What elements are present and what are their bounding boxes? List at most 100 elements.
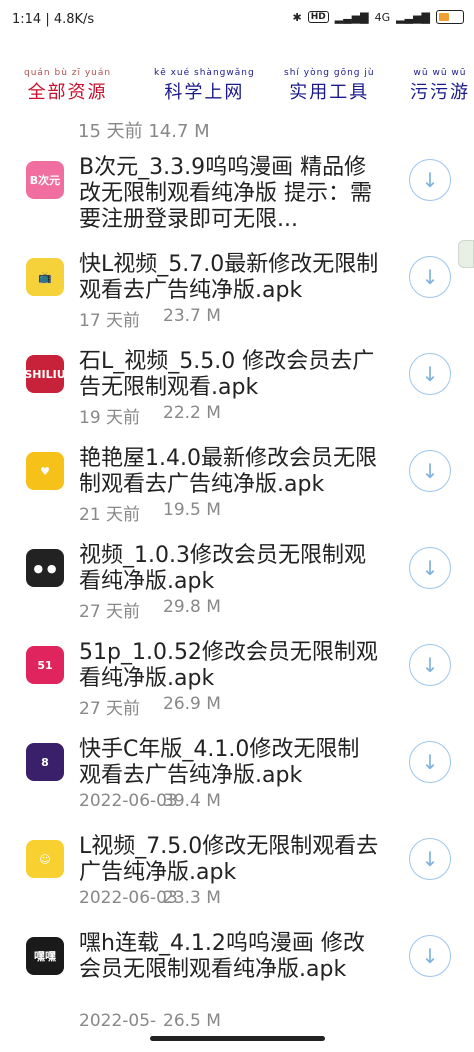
app-icon-text: 嘿嘿 bbox=[34, 950, 56, 963]
item-meta: 21 天前 19.5 M bbox=[79, 500, 221, 525]
download-button[interactable]: ↓ bbox=[409, 450, 451, 492]
item-date: 19 天前 bbox=[79, 408, 141, 428]
item-date: 17 天前 bbox=[79, 311, 141, 331]
bluetooth-icon: ✱ bbox=[292, 10, 302, 24]
51p-icon: 51 bbox=[26, 646, 64, 684]
item-date: 21 天前 bbox=[79, 505, 141, 525]
item-size: 29.8 M bbox=[163, 597, 221, 617]
download-arrow-icon: ↓ bbox=[421, 265, 439, 289]
item-size: 26.5 M bbox=[163, 1011, 221, 1031]
download-button[interactable]: ↓ bbox=[409, 741, 451, 783]
app-icon-text: ☺ bbox=[39, 852, 51, 866]
item-title[interactable]: B次元_3.3.9呜呜漫画 精品修改无限制观看纯净版 提示：需要注册登录即可无限… bbox=[79, 155, 379, 233]
item-title[interactable]: 嘿h连载_4.1.2呜呜漫画 修改会员无限制观看纯净版.apk bbox=[79, 931, 379, 983]
list-item[interactable]: 📺 快L视频_5.7.0最新修改无限制观看去广告纯净版.apk 17 天前 23.7 … bbox=[0, 252, 474, 350]
heih-icon: 嘿嘿 bbox=[26, 937, 64, 975]
app-icon-text: ♥ bbox=[40, 464, 50, 478]
partial-meta: 15 天前 14.7 M bbox=[78, 121, 210, 142]
download-arrow-icon: ↓ bbox=[421, 362, 439, 386]
tab-games[interactable]: wū wū wū 污污游 bbox=[410, 68, 470, 104]
item-title[interactable]: L视频_7.5.0修改无限制观看去广告纯净版.apk bbox=[79, 834, 379, 886]
download-arrow-icon: ↓ bbox=[421, 556, 439, 580]
app-icon-text: 8 bbox=[41, 755, 49, 769]
status-bar: 1:14 | 4.8K/s ✱ HD ▂▃▅▇ 4G ▂▃▅▇ bbox=[0, 0, 474, 40]
kuaishou-icon: 8 bbox=[26, 743, 64, 781]
app-icon-text: 📺 bbox=[38, 270, 52, 284]
download-arrow-icon: ↓ bbox=[421, 847, 439, 871]
item-title[interactable]: 艳艳屋1.4.0最新修改会员无限制观看去广告纯净版.apk bbox=[79, 446, 379, 498]
tab-label: 污污游 bbox=[410, 82, 470, 103]
list-item[interactable]: 嘿嘿 嘿h连载_4.1.2呜呜漫画 修改会员无限制观看纯净版.apk 2022-05… bbox=[0, 931, 474, 1031]
item-meta: 19 天前 22.2 M bbox=[79, 403, 221, 428]
download-button[interactable]: ↓ bbox=[409, 353, 451, 395]
bciyuan-icon: B次元 bbox=[26, 161, 64, 199]
tv-icon: 📺 bbox=[26, 258, 64, 296]
item-size: 26.9 M bbox=[163, 694, 221, 714]
shiliu-icon: SHILIU bbox=[24, 355, 66, 393]
app-icon-text: SHILIU bbox=[24, 367, 66, 381]
download-button[interactable]: ↓ bbox=[409, 547, 451, 589]
item-meta: 27 天前 29.8 M bbox=[79, 597, 221, 622]
item-date: 2022-05- bbox=[79, 1011, 157, 1031]
list-item[interactable]: ☺ L视频_7.5.0修改无限制观看去广告纯净版.apk 2022-06-03 23.… bbox=[0, 834, 474, 932]
item-title[interactable]: 51p_1.0.52修改会员无限制观看纯净版.apk bbox=[79, 640, 379, 692]
tab-pinyin: kē xué shàngwǎng bbox=[154, 68, 255, 78]
item-meta: 17 天前 23.7 M bbox=[79, 306, 221, 331]
item-date: 27 天前 bbox=[79, 602, 141, 622]
item-size: 23.7 M bbox=[163, 306, 221, 326]
home-indicator[interactable] bbox=[150, 1036, 325, 1041]
item-meta: 2022-06-03 23.3 M bbox=[79, 888, 221, 908]
list-item[interactable]: SHILIU 石L_视频_5.5.0 修改会员去广告无限制观看.apk 19 天前 2… bbox=[0, 349, 474, 447]
item-title[interactable]: 视频_1.0.3修改会员无限制观看纯净版.apk bbox=[79, 543, 379, 595]
item-title[interactable]: 快手C年版_4.1.0修改无限制观看去广告纯净版.apk bbox=[79, 737, 379, 789]
battery-icon bbox=[436, 10, 464, 24]
item-title[interactable]: 石L_视频_5.5.0 修改会员去广告无限制观看.apk bbox=[79, 349, 379, 401]
tab-label: 科学上网 bbox=[164, 82, 245, 103]
download-button[interactable]: ↓ bbox=[409, 256, 451, 298]
yanyanwu-icon: ♥ bbox=[26, 452, 64, 490]
download-arrow-icon: ↓ bbox=[421, 168, 439, 192]
tab-label: 全部资源 bbox=[27, 82, 108, 103]
tab-tools[interactable]: shí yòng gōng jù 实用工具 bbox=[284, 68, 375, 104]
app-icon-text: ● ● bbox=[33, 561, 57, 575]
tab-label: 实用工具 bbox=[289, 82, 370, 103]
item-meta: 2022-05- 26.5 M bbox=[79, 1011, 221, 1031]
hd-icon: HD bbox=[307, 11, 329, 23]
item-size: 22.2 M bbox=[163, 403, 221, 423]
item-date: 27 天前 bbox=[79, 699, 141, 719]
list-item[interactable]: ● ● 视频_1.0.3修改会员无限制观看纯净版.apk 27 天前 29.8 M ↓ bbox=[0, 543, 474, 641]
item-size: 19.5 M bbox=[163, 500, 221, 520]
download-button[interactable]: ↓ bbox=[409, 159, 451, 201]
tab-all-resources[interactable]: quán bù zī yuán 全部资源 bbox=[24, 68, 111, 104]
signal2-icon: ▂▃▅▇ bbox=[396, 10, 430, 24]
tab-pinyin: wū wū wū bbox=[413, 68, 467, 78]
download-arrow-icon: ↓ bbox=[421, 653, 439, 677]
download-arrow-icon: ↓ bbox=[421, 944, 439, 968]
status-icons: ✱ HD ▂▃▅▇ 4G ▂▃▅▇ bbox=[293, 10, 464, 24]
item-title[interactable]: 快L视频_5.7.0最新修改无限制观看去广告纯净版.apk bbox=[79, 252, 379, 304]
list-item[interactable]: B次元 B次元_3.3.9呜呜漫画 精品修改无限制观看纯净版 提示：需要注册登录即… bbox=[0, 155, 474, 253]
download-button[interactable]: ↓ bbox=[409, 838, 451, 880]
app-icon-text: B次元 bbox=[29, 174, 61, 187]
tab-science[interactable]: kē xué shàngwǎng 科学上网 bbox=[154, 68, 255, 104]
download-arrow-icon: ↓ bbox=[421, 750, 439, 774]
list-item[interactable]: ♥ 艳艳屋1.4.0最新修改会员无限制观看去广告纯净版.apk 21 天前 19.5 … bbox=[0, 446, 474, 544]
list-item[interactable]: 8 快手C年版_4.1.0修改无限制观看去广告纯净版.apk 2022-06-03 3… bbox=[0, 737, 474, 835]
download-arrow-icon: ↓ bbox=[421, 459, 439, 483]
item-meta: 2022-06-03 39.4 M bbox=[79, 791, 221, 811]
signal-4g-label: 4G bbox=[374, 10, 391, 24]
status-time-speed: 1:14 | 4.8K/s bbox=[12, 12, 95, 27]
download-button[interactable]: ↓ bbox=[409, 935, 451, 977]
item-size: 39.4 M bbox=[163, 791, 221, 811]
tab-pinyin: shí yòng gōng jù bbox=[284, 68, 375, 78]
lshipin-icon: ☺ bbox=[26, 840, 64, 878]
item-size: 23.3 M bbox=[163, 888, 221, 908]
category-nav: quán bù zī yuán 全部资源 kē xué shàngwǎng 科学… bbox=[0, 50, 474, 110]
tab-pinyin: quán bù zī yuán bbox=[24, 68, 112, 78]
app-icon-text: 51 bbox=[37, 658, 53, 672]
signal-icon: ▂▃▅▇ bbox=[334, 10, 369, 24]
list-item[interactable]: 51 51p_1.0.52修改会员无限制观看纯净版.apk 27 天前 26.9 M ↓ bbox=[0, 640, 474, 738]
resource-list: 15 天前 14.7 M B次元 B次元_3.3.9呜呜漫画 精品修改无限制观看纯… bbox=[0, 115, 474, 1035]
download-button[interactable]: ↓ bbox=[409, 644, 451, 686]
item-meta: 27 天前 26.9 M bbox=[79, 694, 221, 719]
